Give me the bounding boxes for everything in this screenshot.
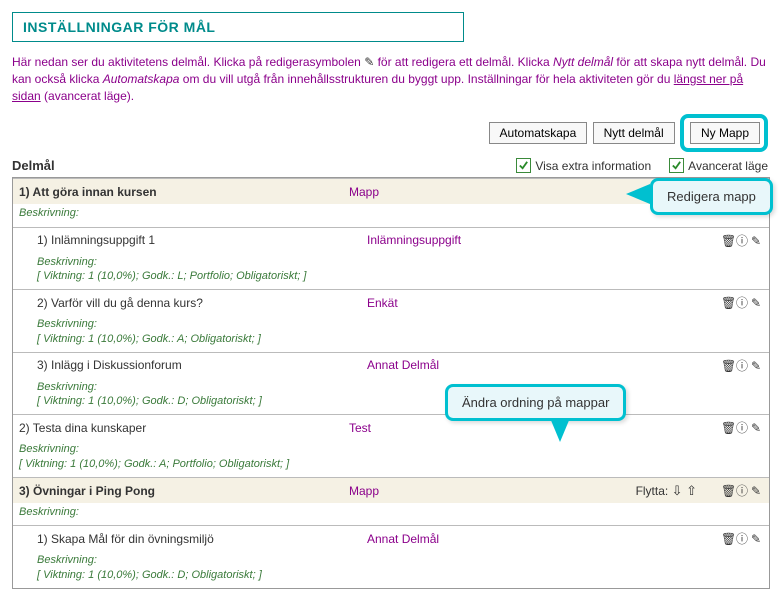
row-type: Enkät (367, 296, 507, 310)
info-icon[interactable]: ⓘ (735, 419, 749, 436)
callout-andra-ordning: Ändra ordning på mappar (445, 384, 626, 421)
info-icon[interactable]: ⓘ (735, 294, 749, 311)
row-actions: 🗑ⓘ✎ (703, 482, 763, 499)
row-title: 3) Övningar i Ping Pong (19, 484, 349, 498)
automatskapa-button[interactable]: Automatskapa (489, 122, 588, 144)
edit-icon[interactable]: ✎ (749, 234, 763, 248)
row-title: 1) Att göra innan kursen (19, 185, 349, 199)
callout-arrow-icon (626, 184, 650, 204)
row-title: 1) Inlämningsuppgift 1 (37, 233, 367, 247)
row-type: Inlämningsuppgift (367, 233, 507, 247)
edit-icon[interactable]: ✎ (749, 421, 763, 435)
move-down-icon[interactable]: ⇩ (672, 483, 683, 498)
row-title: 1) Skapa Mål för din övningsmiljö (37, 532, 367, 546)
goals-table: 1) Att göra innan kursenMappFlytta: ⇩🗑ⓘ✎… (12, 177, 770, 589)
callout-text: Ändra ordning på mappar (462, 395, 609, 410)
intro-italic: Nytt delmål (553, 55, 613, 69)
row-actions: 🗑ⓘ✎ (703, 530, 763, 547)
checkbox-icon (669, 158, 684, 173)
row-title: 2) Testa dina kunskaper (19, 421, 349, 435)
delete-icon[interactable]: 🗑 (721, 359, 735, 373)
row-detail: [ Viktning: 1 (10,0%); Godk.: A; Obligat… (37, 332, 763, 346)
delete-icon[interactable]: 🗑 (721, 296, 735, 310)
row-type: Mapp (349, 185, 489, 199)
edit-icon: ✎ (364, 55, 374, 69)
page-title: INSTÄLLNINGAR FÖR MÅL (12, 12, 464, 42)
delete-icon[interactable]: 🗑 (721, 484, 735, 498)
checkbox-icon (516, 158, 531, 173)
edit-icon[interactable]: ✎ (749, 296, 763, 310)
folder-row: 3) Övningar i Ping PongMappFlytta: ⇩ ⇧🗑ⓘ… (13, 477, 769, 525)
beskrivning-label: Beskrivning: (37, 553, 763, 567)
section-head: Delmål Visa extra information Avancerat … (12, 158, 768, 173)
beskrivning-label: Beskrivning: (19, 505, 763, 519)
row-actions: 🗑ⓘ✎ (703, 419, 763, 436)
beskrivning-label: Beskrivning: (37, 317, 763, 331)
move-up-icon[interactable]: ⇧ (682, 483, 697, 498)
row-description: Beskrivning:[ Viktning: 1 (10,0%); Godk.… (13, 315, 769, 352)
intro-part: Här nedan ser du aktivitetens delmål. Kl… (12, 55, 364, 69)
edit-icon[interactable]: ✎ (749, 484, 763, 498)
row-description: Beskrivning:[ Viktning: 1 (10,0%); Godk.… (13, 378, 769, 415)
row-type: Annat Delmål (367, 532, 507, 546)
button-row: Automatskapa Nytt delmål Ny Mapp (12, 114, 768, 152)
flytta-label: Flytta: (636, 484, 672, 498)
row-actions: 🗑ⓘ✎ (703, 294, 763, 311)
row-actions: 🗑ⓘ✎ (703, 357, 763, 374)
delete-icon[interactable]: 🗑 (721, 532, 735, 546)
beskrivning-label: Beskrivning: (37, 380, 763, 394)
ny-mapp-button[interactable]: Ny Mapp (690, 122, 760, 144)
info-icon[interactable]: ⓘ (735, 357, 749, 374)
info-icon[interactable]: ⓘ (735, 232, 749, 249)
row-title: 3) Inlägg i Diskussionforum (37, 358, 367, 372)
ny-mapp-highlight: Ny Mapp (680, 114, 768, 152)
row-detail: [ Viktning: 1 (10,0%); Godk.: L; Portfol… (37, 269, 763, 283)
goal-row: 1) Inlämningsuppgift 1Inlämningsuppgift 🗑… (13, 227, 769, 290)
visa-extra-checkbox[interactable]: Visa extra information (516, 158, 651, 173)
row-detail: [ Viktning: 1 (10,0%); Godk.: A; Portfol… (19, 457, 763, 471)
row-title: 2) Varför vill du gå denna kurs? (37, 296, 367, 310)
delete-icon[interactable]: 🗑 (721, 421, 735, 435)
intro-part: (avancerat läge). (44, 89, 134, 103)
row-detail: [ Viktning: 1 (10,0%); Godk.: D; Obligat… (37, 394, 763, 408)
intro-part: om du vill utgå från innehållsstrukturen… (183, 72, 674, 86)
delete-icon[interactable]: 🗑 (721, 234, 735, 248)
edit-icon[interactable]: ✎ (749, 359, 763, 373)
checkbox-label: Visa extra information (535, 159, 651, 173)
avancerat-checkbox[interactable]: Avancerat läge (669, 158, 768, 173)
move-cell: Flytta: ⇩ ⇧ (489, 483, 703, 499)
row-type: Annat Delmål (367, 358, 507, 372)
row-description: Beskrivning: (13, 503, 769, 525)
row-detail: [ Viktning: 1 (10,0%); Godk.: D; Obligat… (37, 568, 763, 582)
checkbox-label: Avancerat läge (688, 159, 768, 173)
section-heading: Delmål (12, 158, 55, 173)
nytt-delmal-button[interactable]: Nytt delmål (593, 122, 675, 144)
edit-icon[interactable]: ✎ (749, 532, 763, 546)
beskrivning-label: Beskrivning: (19, 442, 763, 456)
callout-redigera-mapp: Redigera mapp (650, 178, 773, 215)
goal-row: 2) Testa dina kunskaperTest 🗑ⓘ✎ Beskrivnin… (13, 414, 769, 477)
info-icon[interactable]: ⓘ (735, 530, 749, 547)
callout-text: Redigera mapp (667, 189, 756, 204)
intro-italic: Automatskapa (103, 72, 180, 86)
row-type: Mapp (349, 484, 489, 498)
callout-arrow-icon (550, 418, 570, 442)
goal-row: 3) Inlägg i DiskussionforumAnnat Delmål 🗑… (13, 352, 769, 415)
intro-text: Här nedan ser du aktivitetens delmål. Kl… (12, 54, 768, 104)
intro-part: för att redigera ett delmål. Klicka (378, 55, 553, 69)
row-description: Beskrivning:[ Viktning: 1 (10,0%); Godk.… (13, 440, 769, 477)
beskrivning-label: Beskrivning: (37, 255, 763, 269)
goal-row: 2) Varför vill du gå denna kurs?Enkät 🗑ⓘ✎… (13, 289, 769, 352)
goal-row: 1) Skapa Mål för din övningsmiljöAnnat D… (13, 525, 769, 588)
info-icon[interactable]: ⓘ (735, 482, 749, 499)
row-type: Test (349, 421, 489, 435)
row-description: Beskrivning:[ Viktning: 1 (10,0%); Godk.… (13, 551, 769, 588)
row-actions: 🗑ⓘ✎ (703, 232, 763, 249)
row-description: Beskrivning:[ Viktning: 1 (10,0%); Godk.… (13, 253, 769, 290)
